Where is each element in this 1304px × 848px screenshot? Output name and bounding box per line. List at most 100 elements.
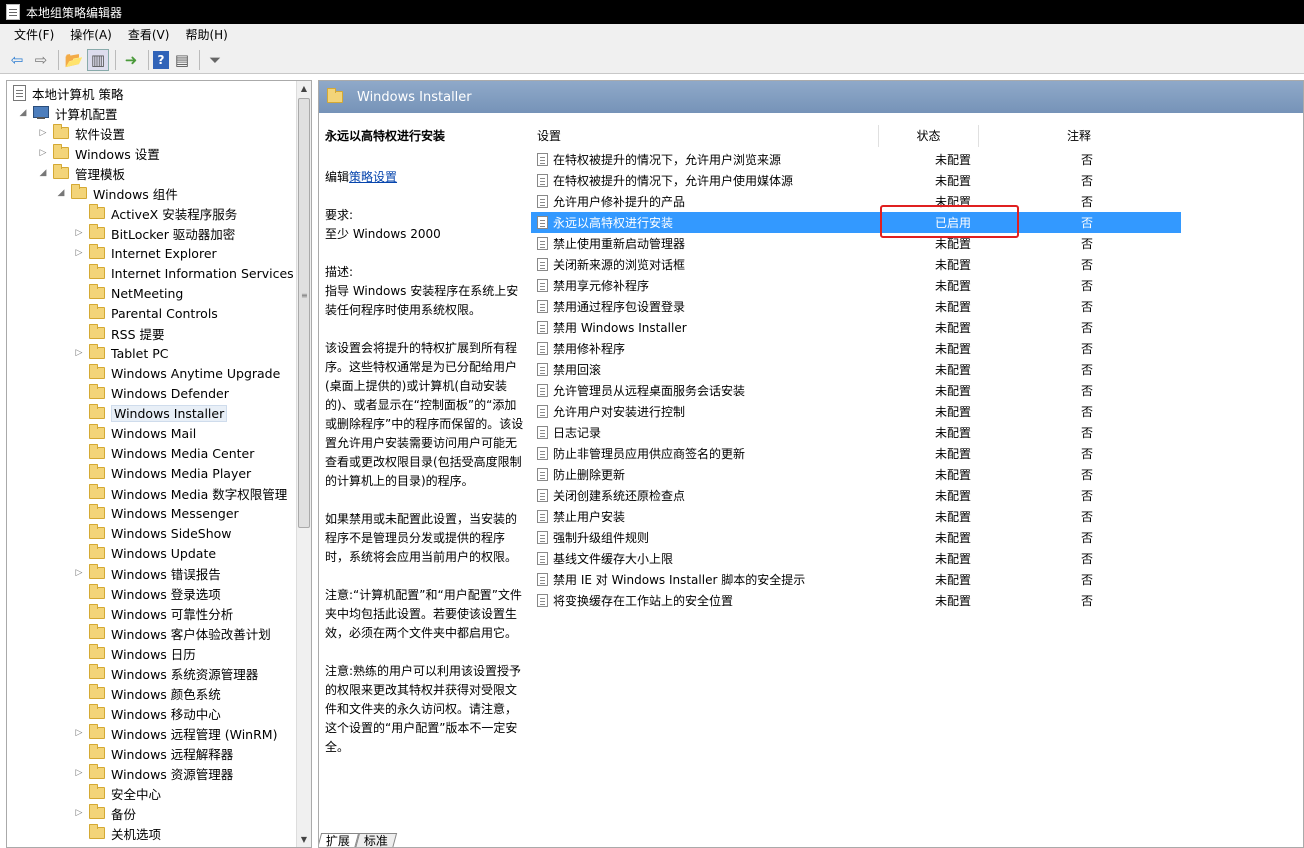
export-icon[interactable]: ➜: [120, 49, 142, 71]
expand-icon[interactable]: ▷: [73, 348, 85, 358]
expand-icon[interactable]: ▷: [73, 808, 85, 818]
policy-row[interactable]: 强制升级组件规则 未配置 否: [531, 527, 1181, 548]
tree-computer-config[interactable]: ◢ 计算机配置: [17, 103, 118, 123]
forward-icon[interactable]: ⇨: [30, 49, 52, 71]
menu-view[interactable]: 查看(V): [120, 24, 178, 46]
tree-item[interactable]: Internet Information Services: [73, 263, 294, 283]
policy-row[interactable]: 禁用通过程序包设置登录 未配置 否: [531, 296, 1181, 317]
scroll-thumb[interactable]: [298, 98, 310, 528]
tree-scrollbar[interactable]: ▲ ≡ ▼: [296, 81, 311, 847]
policy-row[interactable]: 关闭新来源的浏览对话框 未配置 否: [531, 254, 1181, 275]
policy-row[interactable]: 防止非管理员应用供应商签名的更新 未配置 否: [531, 443, 1181, 464]
tree-item[interactable]: Windows 客户体验改善计划: [73, 623, 271, 643]
tree-item[interactable]: ▷ Internet Explorer: [73, 243, 217, 263]
tree-item[interactable]: Windows Messenger: [73, 503, 239, 523]
policy-row[interactable]: 禁用修补程序 未配置 否: [531, 338, 1181, 359]
up-icon[interactable]: 📂: [63, 49, 85, 71]
policy-row[interactable]: 将变换缓存在工作站上的安全位置 未配置 否: [531, 590, 1181, 611]
tree-item[interactable]: Windows Update: [73, 543, 216, 563]
tree-admin-templates[interactable]: ◢ 管理模板: [37, 163, 125, 183]
tree-item[interactable]: Windows 日历: [73, 643, 196, 663]
tree-item[interactable]: Windows 系统资源管理器: [73, 663, 258, 683]
tree-item[interactable]: Windows 远程解释器: [73, 743, 233, 763]
collapse-icon[interactable]: ◢: [55, 188, 67, 198]
tree-item[interactable]: Windows Anytime Upgrade: [73, 363, 280, 383]
help-icon[interactable]: ?: [153, 50, 169, 69]
policy-row[interactable]: 基线文件缓存大小上限 未配置 否: [531, 548, 1181, 569]
policy-row[interactable]: 禁止使用重新启动管理器 未配置否: [531, 233, 1181, 254]
tree-item[interactable]: RSS 提要: [73, 323, 165, 343]
tab-extended[interactable]: 扩展: [319, 833, 360, 847]
tree-item[interactable]: NetMeeting: [73, 283, 183, 303]
policy-row[interactable]: 允许管理员从远程桌面服务会话安装 未配置 否: [531, 380, 1181, 401]
menu-file[interactable]: 文件(F): [6, 24, 62, 46]
tree-software-settings[interactable]: ▷ 软件设置: [37, 123, 125, 143]
tree-item[interactable]: ActiveX 安装程序服务: [73, 203, 237, 223]
properties-icon[interactable]: ▤: [171, 49, 193, 71]
tree-windows-settings[interactable]: ▷ Windows 设置: [37, 143, 160, 163]
policy-row[interactable]: 禁用 IE 对 Windows Installer 脚本的安全提示 未配置 否: [531, 569, 1181, 590]
policy-row[interactable]: 日志记录 未配置 否: [531, 422, 1181, 443]
tree-item[interactable]: Windows Mail: [73, 423, 196, 443]
scroll-down-icon[interactable]: ▼: [297, 832, 311, 847]
tree-item[interactable]: ▷ Windows 远程管理 (WinRM): [73, 723, 277, 743]
expand-icon[interactable]: ▷: [73, 248, 85, 258]
expand-icon[interactable]: ▷: [37, 148, 49, 158]
tree-item[interactable]: Windows Media 数字权限管理: [73, 483, 287, 503]
expand-icon[interactable]: ▷: [73, 228, 85, 238]
expand-icon[interactable]: ▷: [73, 728, 85, 738]
policy-row[interactable]: 允许用户修补提升的产品 未配置否: [531, 191, 1181, 212]
tree-item[interactable]: Windows Defender: [73, 383, 229, 403]
menu-action[interactable]: 操作(A): [62, 24, 120, 46]
tree-item[interactable]: Parental Controls: [73, 303, 218, 323]
tree-item[interactable]: ▷ Windows 资源管理器: [73, 763, 233, 783]
policy-row[interactable]: 允许用户对安装进行控制 未配置 否: [531, 401, 1181, 422]
policy-row[interactable]: 永远以高特权进行安装 已启用否: [531, 212, 1181, 233]
column-header-setting[interactable]: 设置: [531, 125, 879, 147]
tree-item[interactable]: Windows 颜色系统: [73, 683, 221, 703]
column-header-note[interactable]: 注释: [979, 125, 1179, 147]
tree-item[interactable]: ▷ Windows 错误报告: [73, 563, 221, 583]
tree-item[interactable]: ▷ Tablet PC: [73, 343, 168, 363]
tree-item[interactable]: ▷ BitLocker 驱动器加密: [73, 223, 235, 243]
tree-item[interactable]: Windows 移动中心: [73, 703, 221, 723]
policy-row[interactable]: 禁用回滚 未配置 否: [531, 359, 1181, 380]
tree-item[interactable]: Windows Media Center: [73, 443, 254, 463]
tree-item[interactable]: ▷ 备份: [73, 803, 136, 823]
expand-icon[interactable]: ▷: [73, 568, 85, 578]
tree-item[interactable]: 安全中心: [73, 783, 161, 803]
policy-row[interactable]: 在特权被提升的情况下，允许用户使用媒体源 未配置 否: [531, 170, 1181, 191]
expand-icon[interactable]: ▷: [73, 768, 85, 778]
tree-item-label: Windows Media Center: [111, 445, 255, 461]
tree-item[interactable]: Windows 可靠性分析: [73, 603, 233, 623]
policy-row[interactable]: 在特权被提升的情况下，允许用户浏览来源 未配置 否: [531, 149, 1181, 170]
tree-item-label: Windows 系统资源管理器: [111, 666, 259, 682]
expand-icon[interactable]: ▷: [37, 128, 49, 138]
show-hide-tree-icon[interactable]: ▥: [87, 48, 109, 71]
tree-item[interactable]: Windows 登录选项: [73, 583, 221, 603]
tree-item[interactable]: Windows Media Player: [73, 463, 251, 483]
menu-help[interactable]: 帮助(H): [177, 24, 235, 46]
tree-windows-components[interactable]: ◢ Windows 组件: [55, 183, 178, 203]
tree-item[interactable]: Windows SideShow: [73, 523, 232, 543]
tree-item[interactable]: Windows Installer: [73, 403, 228, 423]
policy-row[interactable]: 禁用 Windows Installer 未配置 否: [531, 317, 1181, 338]
tree-item[interactable]: 关机选项: [73, 823, 161, 843]
column-header-state[interactable]: 状态: [879, 125, 979, 147]
collapse-icon[interactable]: ◢: [17, 108, 29, 118]
edit-policy-link[interactable]: 策略设置: [349, 170, 397, 184]
tab-standard[interactable]: 标准: [354, 833, 398, 847]
policy-row[interactable]: 禁用享元修补程序 未配置 否: [531, 275, 1181, 296]
scroll-up-icon[interactable]: ▲: [297, 81, 311, 96]
policy-setting-icon: [537, 174, 548, 187]
policy-row[interactable]: 禁止用户安装 未配置 否: [531, 506, 1181, 527]
tree-root[interactable]: 本地计算机 策略: [13, 83, 123, 103]
filter-icon[interactable]: ⏷: [204, 49, 226, 71]
policy-setting-icon: [537, 237, 548, 250]
policy-row[interactable]: 关闭创建系统还原检查点 未配置 否: [531, 485, 1181, 506]
tree-item-label: Windows 客户体验改善计划: [111, 626, 271, 642]
collapse-icon[interactable]: ◢: [37, 168, 49, 178]
policy-note: 否: [1081, 174, 1094, 188]
policy-row[interactable]: 防止删除更新 未配置 否: [531, 464, 1181, 485]
back-icon[interactable]: ⇦: [6, 49, 28, 71]
